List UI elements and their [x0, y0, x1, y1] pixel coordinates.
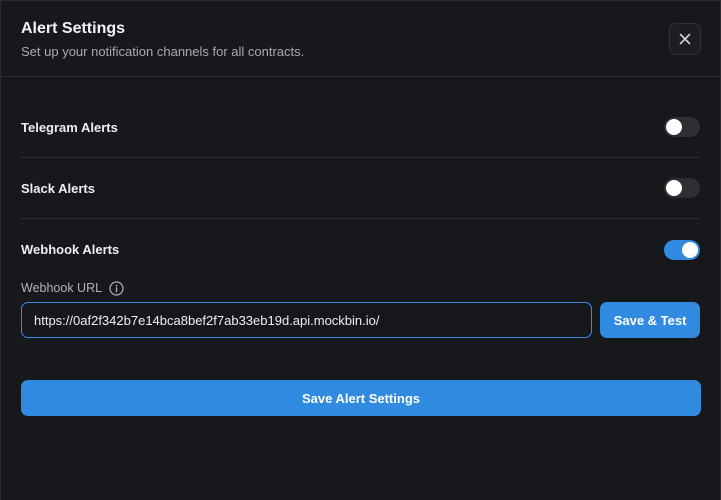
webhook-alerts-label: Webhook Alerts: [21, 242, 120, 257]
webhook-url-label-row: Webhook URL: [21, 280, 700, 296]
telegram-alerts-toggle[interactable]: [664, 117, 700, 137]
webhook-alerts-toggle[interactable]: [664, 239, 700, 260]
toggle-knob: [666, 119, 682, 135]
dialog-content: Telegram Alerts Slack Alerts Webhook Ale…: [1, 77, 720, 338]
webhook-url-input[interactable]: [21, 302, 593, 338]
alert-settings-dialog: Alert Settings Set up your notification …: [0, 0, 721, 500]
toggle-knob: [682, 241, 698, 258]
toggle-knob: [666, 180, 682, 196]
telegram-alerts-label: Telegram Alerts: [21, 119, 118, 135]
slack-alerts-label: Slack Alerts: [21, 180, 95, 196]
webhook-url-label: Webhook URL: [21, 281, 103, 295]
dialog-subtitle: Set up your notification channels for al…: [21, 44, 305, 59]
save-and-test-button[interactable]: Save & Test: [600, 302, 700, 338]
alert-row-slack: Slack Alerts: [21, 158, 700, 219]
info-icon[interactable]: [109, 280, 124, 296]
slack-alerts-toggle[interactable]: [664, 178, 700, 198]
webhook-url-row: Save & Test: [21, 302, 700, 338]
dialog-title: Alert Settings: [21, 20, 126, 37]
save-alert-settings-button[interactable]: Save Alert Settings: [21, 380, 701, 416]
dialog-header: Alert Settings Set up your notification …: [1, 1, 720, 77]
close-button[interactable]: [669, 23, 701, 55]
alert-row-webhook: Webhook Alerts: [21, 219, 700, 280]
close-icon: [679, 33, 691, 45]
alert-row-telegram: Telegram Alerts: [21, 97, 700, 158]
